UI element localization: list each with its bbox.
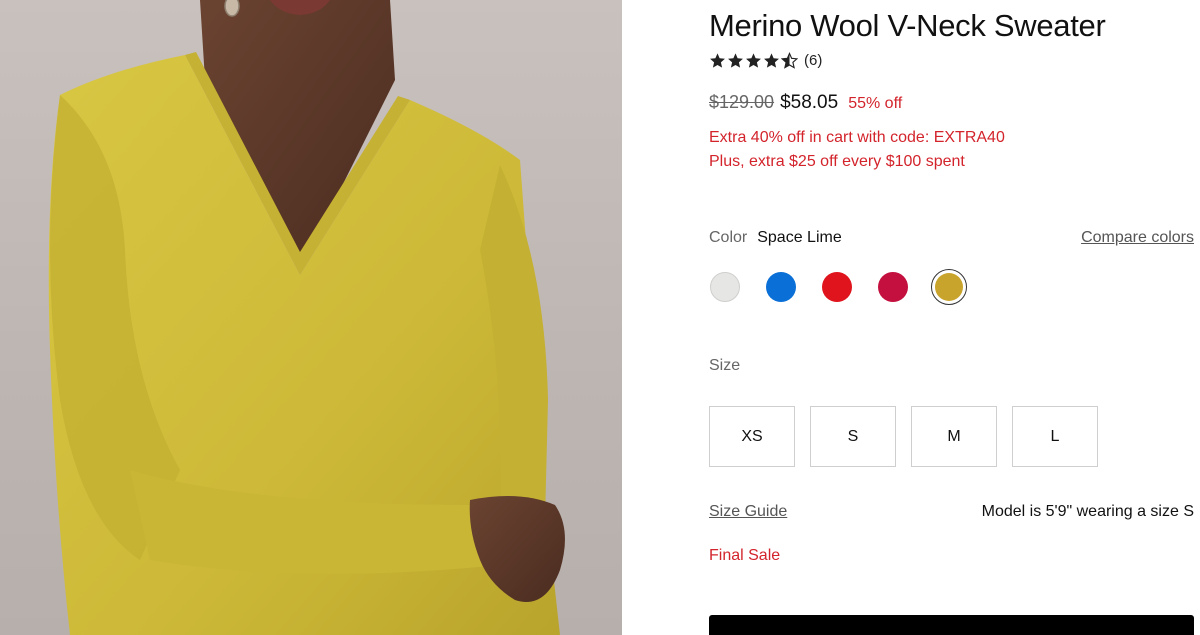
- star-icon: [764, 53, 779, 68]
- product-photo[interactable]: [0, 0, 622, 635]
- swatch-space-lime[interactable]: [931, 269, 967, 305]
- size-button-m[interactable]: M: [911, 406, 997, 467]
- size-options: XS S M L: [709, 406, 1098, 467]
- size-guide-link[interactable]: Size Guide: [709, 503, 787, 521]
- selected-color-name: Space Lime: [757, 229, 842, 246]
- size-button-s[interactable]: S: [810, 406, 896, 467]
- star-rating: [709, 52, 798, 69]
- color-swatches: [709, 269, 967, 305]
- star-icon: [728, 53, 743, 68]
- rating[interactable]: (6): [709, 52, 822, 69]
- size-label: Size: [709, 357, 741, 374]
- product-info-panel: Merino Wool V-Neck Sweater (6) $129.00 $…: [709, 0, 1200, 635]
- color-label: Color: [709, 229, 748, 246]
- compare-colors-link[interactable]: Compare colors: [1081, 229, 1194, 247]
- swatch-light-gray[interactable]: [709, 271, 741, 303]
- size-button-xs[interactable]: XS: [709, 406, 795, 467]
- model-image: [48, 0, 565, 635]
- add-to-bag-button[interactable]: [709, 615, 1194, 635]
- price-row: $129.00 $58.05 55% off: [709, 92, 902, 114]
- star-icon: [710, 53, 725, 68]
- sale-price: $58.05: [780, 92, 839, 113]
- swatch-red[interactable]: [821, 271, 853, 303]
- star-icon: [746, 53, 761, 68]
- final-sale-label: Final Sale: [709, 547, 781, 564]
- model-size-info: Model is 5'9" wearing a size S: [981, 503, 1194, 520]
- original-price: $129.00: [709, 92, 775, 112]
- promo-spend-message: Plus, extra $25 off every $100 spent: [709, 153, 965, 170]
- color-row: Color Space Lime Compare colors: [709, 229, 1194, 247]
- half-star-icon: [781, 52, 798, 69]
- product-title: Merino Wool V-Neck Sweater: [709, 8, 1106, 43]
- swatch-blue[interactable]: [765, 271, 797, 303]
- size-guide-row: Size Guide Model is 5'9" wearing a size …: [709, 503, 1194, 521]
- swatch-raspberry[interactable]: [877, 271, 909, 303]
- size-button-l[interactable]: L: [1012, 406, 1098, 467]
- discount-percent: 55% off: [848, 95, 903, 112]
- promo-code-message: Extra 40% off in cart with code: EXTRA40: [709, 129, 1005, 146]
- review-count[interactable]: (6): [804, 52, 822, 69]
